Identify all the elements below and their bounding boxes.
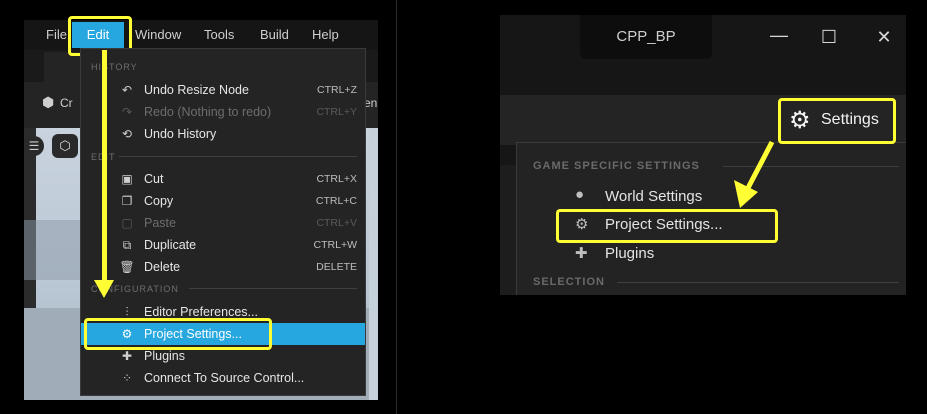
shortcut-label: CTRL+X: [316, 173, 357, 185]
source-control-icon: ⁘: [121, 371, 133, 385]
menu-help[interactable]: Help: [312, 20, 339, 50]
section-game-specific: GAME SPECIFIC SETTINGS: [533, 160, 700, 172]
menu-item-label: Connect To Source Control...: [144, 371, 305, 385]
viewport-object: [24, 220, 84, 280]
history-icon: ⟲: [121, 127, 133, 141]
menu-item-label: Delete: [144, 260, 181, 274]
annotation-arrow-head: [94, 280, 114, 298]
section-separator: [617, 282, 899, 283]
menu-item-label: Duplicate: [144, 238, 197, 252]
menu-item-duplicate[interactable]: ⧉ Duplicate CTRL+W: [81, 234, 365, 256]
section-selection: SELECTION: [533, 276, 605, 288]
shortcut-label: CTRL+C: [315, 195, 357, 207]
annotation-arrow-shaft: [745, 140, 775, 190]
section-history: HISTORY: [91, 62, 138, 72]
menu-item-label: Undo Resize Node: [144, 83, 249, 97]
menu-item-copy[interactable]: ❐ Copy CTRL+C: [81, 190, 365, 212]
menu-item-plugins[interactable]: Plugins: [605, 245, 654, 262]
menu-tools[interactable]: Tools: [204, 20, 234, 50]
annotation-arrow-shaft: [102, 50, 107, 282]
menu-file[interactable]: File: [46, 20, 67, 50]
section-separator: [119, 156, 357, 157]
plugin-icon: ✚: [575, 245, 588, 262]
project-settings-highlight-box: [84, 318, 272, 350]
copy-icon: ❐: [121, 194, 133, 208]
close-icon[interactable]: ✕: [873, 27, 895, 48]
toolbar-label-fragment[interactable]: en: [364, 96, 377, 110]
perspective-icon[interactable]: ⬡: [52, 134, 78, 158]
menu-build[interactable]: Build: [260, 20, 289, 50]
duplicate-icon: ⧉: [122, 238, 132, 252]
cut-icon: ▣: [121, 172, 133, 186]
menu-item-undo-history[interactable]: ⟲ Undo History: [81, 123, 365, 145]
menu-item-source-control[interactable]: ⁘ Connect To Source Control...: [81, 367, 365, 389]
section-separator: [189, 288, 357, 289]
shortcut-label: DELETE: [316, 261, 357, 273]
menu-item-label: Paste: [144, 216, 176, 230]
minimize-icon[interactable]: —: [768, 25, 790, 46]
menu-item-label: Redo (Nothing to redo): [144, 105, 272, 119]
shortcut-label: CTRL+Y: [316, 106, 357, 118]
side-panel-edge: [500, 165, 516, 295]
menu-item-label: Undo History: [144, 127, 217, 141]
settings-highlight-box: [778, 98, 896, 144]
menu-item-paste[interactable]: ▢ Paste CTRL+V: [81, 212, 365, 234]
viewport-menu-icon[interactable]: ☰: [24, 136, 44, 156]
shortcut-label: CTRL+Z: [317, 84, 357, 96]
panel-divider: [396, 0, 397, 414]
annotation-arrow-head: [734, 180, 758, 208]
globe-icon: ●: [575, 186, 585, 203]
menu-item-label: Copy: [144, 194, 174, 208]
viewport-right-edge: [369, 128, 378, 400]
menu-item-redo[interactable]: ↷ Redo (Nothing to redo) CTRL+Y: [81, 101, 365, 123]
menu-window[interactable]: Window: [135, 20, 181, 50]
shortcut-label: CTRL+V: [316, 217, 357, 229]
shortcut-label: CTRL+W: [313, 239, 357, 251]
trash-icon: 🗑: [119, 260, 135, 274]
menu-item-world-settings[interactable]: World Settings: [605, 188, 702, 205]
project-tab-title: CPP_BP: [616, 28, 676, 45]
menu-item-undo[interactable]: ↶ Undo Resize Node CTRL+Z: [81, 79, 365, 101]
add-actor-icon[interactable]: ⬢: [42, 94, 54, 111]
editor-right-crop: CPP_BP — ☐ ✕ ⚙ Settings GAME SPECIFIC SE…: [500, 15, 906, 295]
toolbar-create-label[interactable]: Cr: [60, 96, 73, 110]
undo-icon: ↶: [121, 83, 133, 97]
menu-item-label: Cut: [144, 172, 164, 186]
maximize-icon[interactable]: ☐: [818, 27, 840, 48]
paste-icon: ▢: [121, 216, 133, 230]
menu-item-delete[interactable]: 🗑 Delete DELETE: [81, 256, 365, 278]
redo-icon: ↷: [121, 105, 133, 119]
annotation-arrow-right: [734, 140, 775, 208]
menu-item-cut[interactable]: ▣ Cut CTRL+X: [81, 168, 365, 190]
